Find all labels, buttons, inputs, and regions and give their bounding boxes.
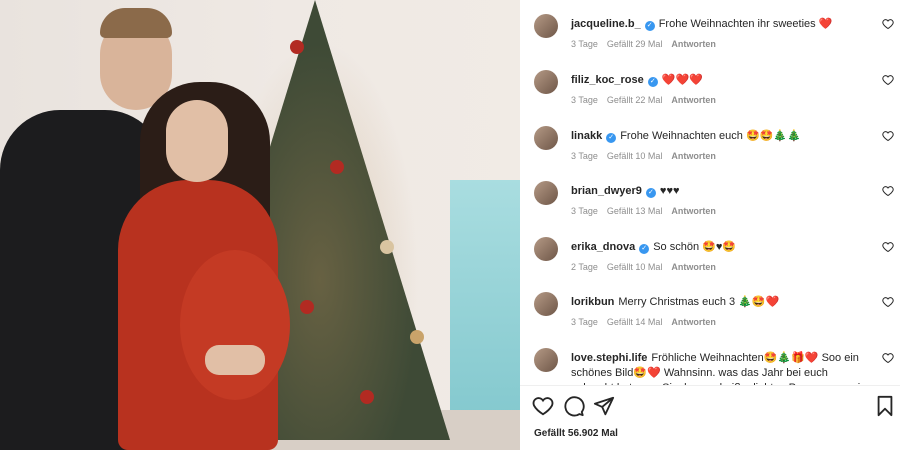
ornament <box>300 300 314 314</box>
comment-username[interactable]: erika_dnova <box>571 241 635 253</box>
heart-outline-icon[interactable] <box>882 130 894 142</box>
hand <box>205 345 265 375</box>
ornament <box>360 390 374 404</box>
reply-button[interactable]: Antworten <box>671 262 716 272</box>
avatar[interactable] <box>534 70 558 94</box>
avatar[interactable] <box>534 181 558 205</box>
comments-list[interactable]: jacqueline.b_ ✓ Frohe Weihnachten ihr swee… <box>520 0 900 385</box>
heart-outline-icon[interactable] <box>882 352 894 364</box>
comment-text: ❤️❤️❤️ <box>661 74 703 86</box>
comment-username[interactable]: love.stephi.life <box>571 352 647 364</box>
comment-likes[interactable]: Gefällt 22 Mal <box>607 95 663 105</box>
send-icon[interactable] <box>593 395 615 417</box>
comment-username[interactable]: filiz_koc_rose <box>571 74 644 86</box>
comment-age[interactable]: 2 Tage <box>571 262 598 272</box>
comment-username[interactable]: jacqueline.b_ <box>571 18 641 30</box>
avatar[interactable] <box>534 348 558 372</box>
heart-outline-icon[interactable] <box>882 18 894 30</box>
action-bar <box>520 395 900 419</box>
comment-text: So schön 🤩♥🤩 <box>653 241 737 253</box>
verified-badge-icon: ✓ <box>645 188 656 198</box>
ornament <box>290 40 304 54</box>
avatar[interactable] <box>534 14 558 38</box>
comment-username[interactable]: brian_dwyer9 <box>571 185 642 197</box>
ornament <box>330 160 344 174</box>
woman-face <box>166 100 228 182</box>
reply-button[interactable]: Antworten <box>671 39 716 49</box>
heart-icon[interactable] <box>532 395 554 417</box>
verified-badge-icon: ✓ <box>606 133 617 143</box>
heart-outline-icon[interactable] <box>882 74 894 86</box>
verified-badge-icon: ✓ <box>639 244 650 254</box>
comment-likes[interactable]: Gefällt 13 Mal <box>607 206 663 216</box>
comment-text: Frohe Weihnachten ihr sweeties ❤️ <box>658 18 833 30</box>
comment-age[interactable]: 3 Tage <box>571 39 598 49</box>
comment-text: Frohe Weihnachten euch 🤩🤩🎄🎄 <box>620 130 801 142</box>
reply-button[interactable]: Antworten <box>671 317 716 327</box>
comment-likes[interactable]: Gefällt 10 Mal <box>607 151 663 161</box>
comment-icon[interactable] <box>563 395 585 417</box>
ornament <box>410 330 424 344</box>
verified-badge-icon: ✓ <box>644 21 655 31</box>
post-photo[interactable] <box>0 0 520 450</box>
comment-age[interactable]: 3 Tage <box>571 317 598 327</box>
heart-outline-icon[interactable] <box>882 241 894 253</box>
divider <box>520 385 900 386</box>
heart-outline-icon[interactable] <box>882 296 894 308</box>
verified-badge-icon: ✓ <box>647 77 658 87</box>
avatar[interactable] <box>534 126 558 150</box>
ornament <box>380 240 394 254</box>
heart-outline-icon[interactable] <box>882 185 894 197</box>
post-likes-count[interactable]: Gefällt 56.902 Mal <box>534 428 618 439</box>
comment-text: ♥♥♥ <box>659 185 680 197</box>
comment-likes[interactable]: Gefällt 10 Mal <box>607 262 663 272</box>
reply-button[interactable]: Antworten <box>671 206 716 216</box>
belly <box>180 250 290 400</box>
comment-age[interactable]: 3 Tage <box>571 95 598 105</box>
comment-username[interactable]: lorikbun <box>571 296 614 308</box>
comment-age[interactable]: 3 Tage <box>571 206 598 216</box>
man-hair <box>100 8 172 38</box>
avatar[interactable] <box>534 292 558 316</box>
comment-age[interactable]: 3 Tage <box>571 151 598 161</box>
bookmark-icon[interactable] <box>874 395 896 417</box>
comment-likes[interactable]: Gefällt 29 Mal <box>607 39 663 49</box>
reply-button[interactable]: Antworten <box>671 95 716 105</box>
comment-text: Merry Christmas euch 3 🎄🤩❤️ <box>618 296 780 308</box>
comments-panel: jacqueline.b_ ✓ Frohe Weihnachten ihr swee… <box>520 0 900 450</box>
comment-likes[interactable]: Gefällt 14 Mal <box>607 317 663 327</box>
comment-username[interactable]: linakk <box>571 130 602 142</box>
reply-button[interactable]: Antworten <box>671 151 716 161</box>
avatar[interactable] <box>534 237 558 261</box>
